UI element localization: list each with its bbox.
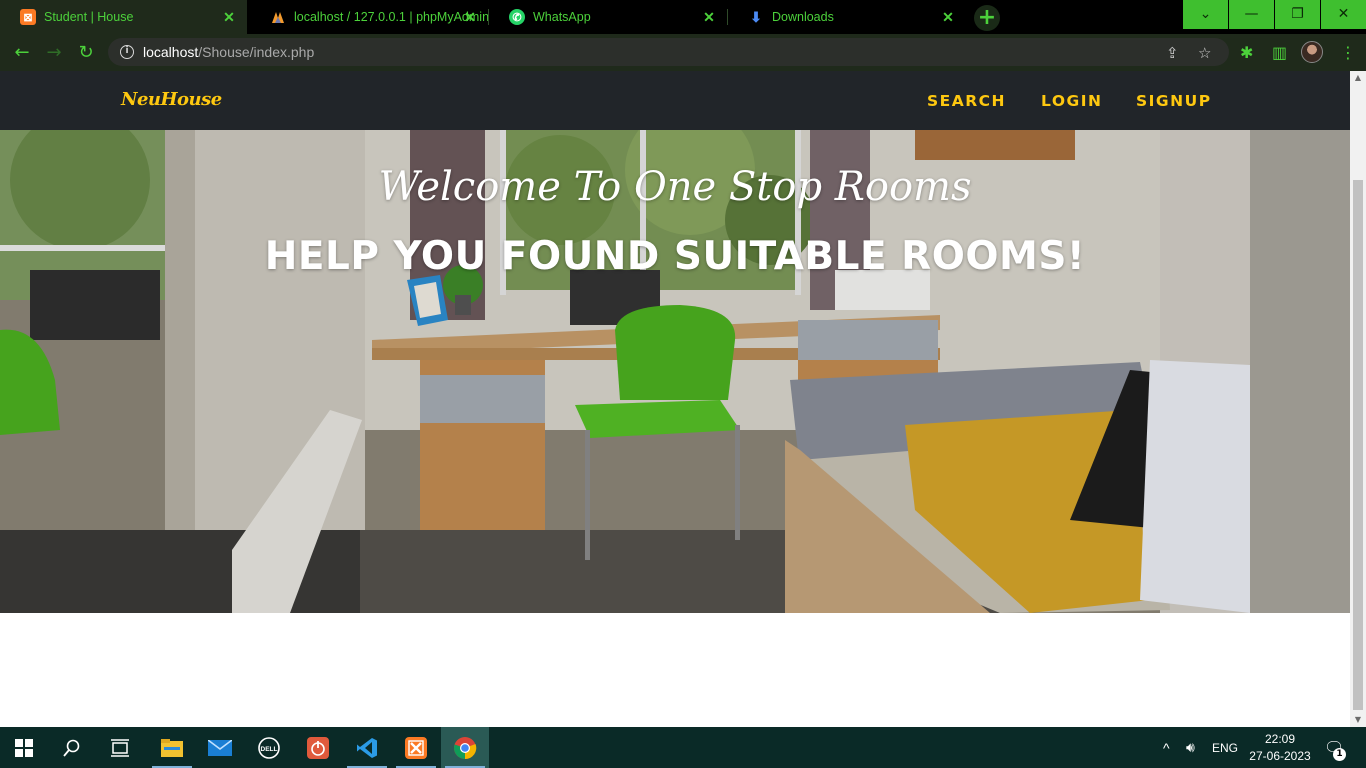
xampp-icon: ⊠ [20, 9, 36, 25]
hero-section: Welcome To One Stop Rooms HELP YOU FOUND… [0, 130, 1350, 613]
taskbar-vscode[interactable] [343, 727, 391, 768]
minimize-button[interactable]: — [1229, 0, 1274, 29]
start-icon [15, 738, 33, 757]
taskbar-dell[interactable]: DELL [245, 727, 293, 768]
site-navbar: NeuHouse SEARCH LOGIN SIGNUP [0, 71, 1350, 130]
tab-whatsapp[interactable]: ✆ WhatsApp ✕ [489, 0, 727, 34]
tab-title: Student | House [44, 10, 134, 24]
hero-heading: HELP YOU FOUND SUITABLE ROOMS! [264, 234, 1086, 279]
vscode-icon [357, 737, 377, 758]
tab-student-house[interactable]: ⊠ Student | House ✕ [0, 0, 247, 34]
nav-search-link[interactable]: SEARCH [927, 92, 1006, 110]
taskbar-file-explorer[interactable] [148, 727, 196, 768]
tab-separator [488, 9, 489, 25]
chrome-icon [454, 736, 477, 759]
taskbar-clock[interactable]: 22:09 27-06-2023 [1244, 731, 1316, 765]
close-window-button[interactable]: ✕ [1321, 0, 1366, 29]
task-view-icon [111, 738, 129, 757]
svg-text:DELL: DELL [261, 746, 278, 753]
forward-button[interactable]: → [42, 41, 66, 65]
taskbar-mail[interactable] [196, 727, 244, 768]
browser-toolbar: ← → ↻ i localhost/Shouse/index.php ⇪ ☆ ✱… [0, 34, 1366, 71]
start-button[interactable] [0, 727, 48, 768]
dell-icon: DELL [258, 736, 280, 759]
search-icon [63, 739, 80, 757]
power-app-icon [307, 736, 329, 759]
download-icon: ⬇ [750, 8, 762, 25]
site-brand[interactable]: NeuHouse [121, 89, 222, 110]
scrollbar-thumb[interactable] [1353, 180, 1363, 710]
volume-icon[interactable]: 🔊︎ [1186, 727, 1195, 768]
windows-taskbar: DELL ^ 🔊︎ ENG 22:09 27-06-2023 🗨︎ [0, 727, 1366, 768]
share-icon[interactable]: ⇪ [1166, 44, 1179, 62]
url-host: localhost [143, 44, 199, 60]
url-path: /Shouse/index.php [198, 44, 315, 60]
tab-title: WhatsApp [533, 10, 591, 24]
file-explorer-icon [161, 738, 183, 757]
taskbar-power-app[interactable] [294, 727, 342, 768]
xampp-icon [405, 736, 427, 759]
whatsapp-icon: ✆ [509, 9, 525, 25]
page-viewport: NeuHouse SEARCH LOGIN SIGNUP Welcome To … [0, 71, 1350, 727]
tab-downloads[interactable]: ⬇ Downloads ✕ [728, 0, 966, 34]
tab-phpmyadmin[interactable]: localhost / 127.0.0.1 | phpMyAdmin ✕ [250, 0, 488, 34]
close-tab-icon[interactable]: ✕ [462, 9, 478, 25]
close-tab-icon[interactable]: ✕ [940, 9, 956, 25]
nav-login-link[interactable]: LOGIN [1041, 92, 1102, 110]
side-panel-icon[interactable]: ▥ [1272, 43, 1287, 62]
close-tab-icon[interactable]: ✕ [701, 9, 717, 25]
profile-avatar[interactable] [1301, 41, 1323, 63]
address-bar[interactable]: i localhost/Shouse/index.php ⇪ ☆ [108, 38, 1229, 66]
chrome-menu-icon[interactable]: ⋮ [1340, 43, 1356, 62]
new-tab-button[interactable]: + [974, 5, 1000, 31]
notification-count-badge: 1 [1333, 748, 1346, 761]
mail-icon [208, 739, 232, 756]
input-language[interactable]: ENG [1212, 727, 1238, 768]
restore-button[interactable]: ❐ [1275, 0, 1320, 29]
nav-signup-link[interactable]: SIGNUP [1136, 92, 1212, 110]
site-info-icon[interactable]: i [120, 45, 134, 59]
scroll-down-arrow[interactable]: ▼ [1350, 713, 1366, 727]
taskbar-chrome[interactable] [441, 727, 489, 768]
bookmark-star-icon[interactable]: ☆ [1198, 44, 1211, 62]
tab-search-button[interactable]: ⌄ [1183, 0, 1228, 29]
clock-date: 27-06-2023 [1249, 749, 1311, 763]
back-button[interactable]: ← [10, 41, 34, 65]
task-view-button[interactable] [96, 727, 144, 768]
page-scrollbar[interactable]: ▲ ▼ [1350, 71, 1366, 727]
tab-strip: ⊠ Student | House ✕ localhost / 127.0.0.… [0, 0, 1366, 34]
taskbar-xampp[interactable] [392, 727, 440, 768]
show-hidden-icons-button[interactable]: ^ [1163, 727, 1170, 768]
hero-subheading: Welcome To One Stop Rooms [378, 164, 972, 210]
scroll-up-arrow[interactable]: ▲ [1350, 71, 1366, 85]
extensions-icon[interactable]: ✱ [1240, 43, 1253, 62]
close-tab-icon[interactable]: ✕ [221, 9, 237, 25]
taskbar-search-button[interactable] [48, 727, 96, 768]
tab-title: Downloads [772, 10, 834, 24]
phpmyadmin-icon [270, 9, 286, 25]
tab-title: localhost / 127.0.0.1 | phpMyAdmin [294, 10, 488, 24]
reload-button[interactable]: ↻ [74, 41, 98, 65]
clock-time: 22:09 [1264, 732, 1296, 746]
tab-separator [727, 9, 728, 25]
